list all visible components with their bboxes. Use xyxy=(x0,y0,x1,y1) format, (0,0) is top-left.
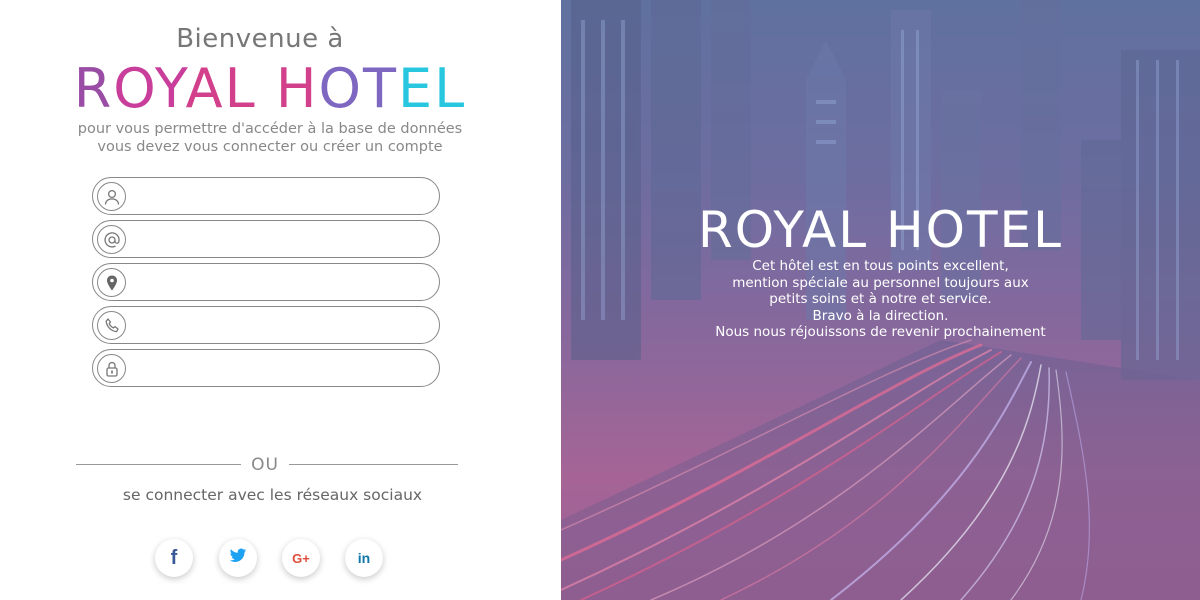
hero-panel: ROYAL HOTEL Cet hôtel est en tous points… xyxy=(561,0,1200,600)
brand-letter: O xyxy=(318,57,363,120)
brand-letter xyxy=(257,57,276,120)
brand-letter: L xyxy=(434,57,467,120)
address-field[interactable] xyxy=(92,263,440,301)
google-plus-button[interactable]: G+ xyxy=(282,539,320,577)
hero-desc-line: petits soins et à notre et service. xyxy=(769,291,992,307)
subtitle-line: vous devez vous connecter ou créer un co… xyxy=(97,139,443,155)
username-input[interactable] xyxy=(135,182,425,210)
brand-letter: H xyxy=(275,57,319,120)
at-icon xyxy=(97,225,126,254)
hero-title: ROYAL HOTEL xyxy=(698,201,1063,259)
facebook-button[interactable]: f xyxy=(155,539,193,577)
login-panel: Bienvenue à ROYAL HOTEL pour vous permet… xyxy=(0,0,561,600)
or-divider: OU xyxy=(76,455,458,475)
address-input[interactable] xyxy=(135,268,425,296)
phone-icon xyxy=(97,311,126,340)
hero-desc-line: Cet hôtel est en tous points excellent, xyxy=(752,258,1009,274)
social-login-text: se connecter avec les réseaux sociaux xyxy=(122,486,423,504)
phone-input[interactable] xyxy=(135,311,425,339)
divider-line xyxy=(76,464,241,465)
location-icon xyxy=(97,268,126,297)
email-field[interactable] xyxy=(92,220,440,258)
brand-letter: L xyxy=(224,57,257,120)
hero-description: Cet hôtel est en tous points excellent, … xyxy=(561,258,1200,341)
brand-letter: T xyxy=(363,57,398,120)
brand-letter: E xyxy=(398,57,435,120)
divider-text: OU xyxy=(251,455,279,475)
hero-desc-line: Nous nous réjouissons de revenir prochai… xyxy=(715,324,1046,340)
brand-letter: O xyxy=(113,57,155,120)
twitter-button[interactable] xyxy=(219,539,257,577)
hero-desc-line: mention spéciale au personnel toujours a… xyxy=(732,274,1029,291)
lock-icon xyxy=(97,354,126,383)
password-input[interactable] xyxy=(135,354,425,382)
brand-letter: Y xyxy=(154,57,186,120)
phone-field[interactable] xyxy=(92,306,440,344)
brand-letter: A xyxy=(185,57,225,120)
google-plus-icon: G+ xyxy=(292,550,310,566)
subtitle: pour vous permettre d'accéder à la base … xyxy=(0,120,540,156)
brand-letter: R xyxy=(73,57,114,120)
user-icon xyxy=(97,182,126,211)
linkedin-icon: in xyxy=(357,550,371,566)
brand-logo-text: ROYAL HOTEL xyxy=(0,58,540,120)
password-field[interactable] xyxy=(92,349,440,387)
linkedin-button[interactable]: in xyxy=(345,539,383,577)
username-field[interactable] xyxy=(92,177,440,215)
twitter-icon xyxy=(229,548,247,568)
email-input[interactable] xyxy=(135,225,425,253)
divider-line xyxy=(289,464,458,465)
hero-desc-line: Bravo à la direction. xyxy=(812,307,949,324)
subtitle-line: pour vous permettre d'accéder à la base … xyxy=(77,121,463,137)
facebook-icon: f xyxy=(170,546,178,569)
welcome-text: Bienvenue à xyxy=(176,24,344,54)
